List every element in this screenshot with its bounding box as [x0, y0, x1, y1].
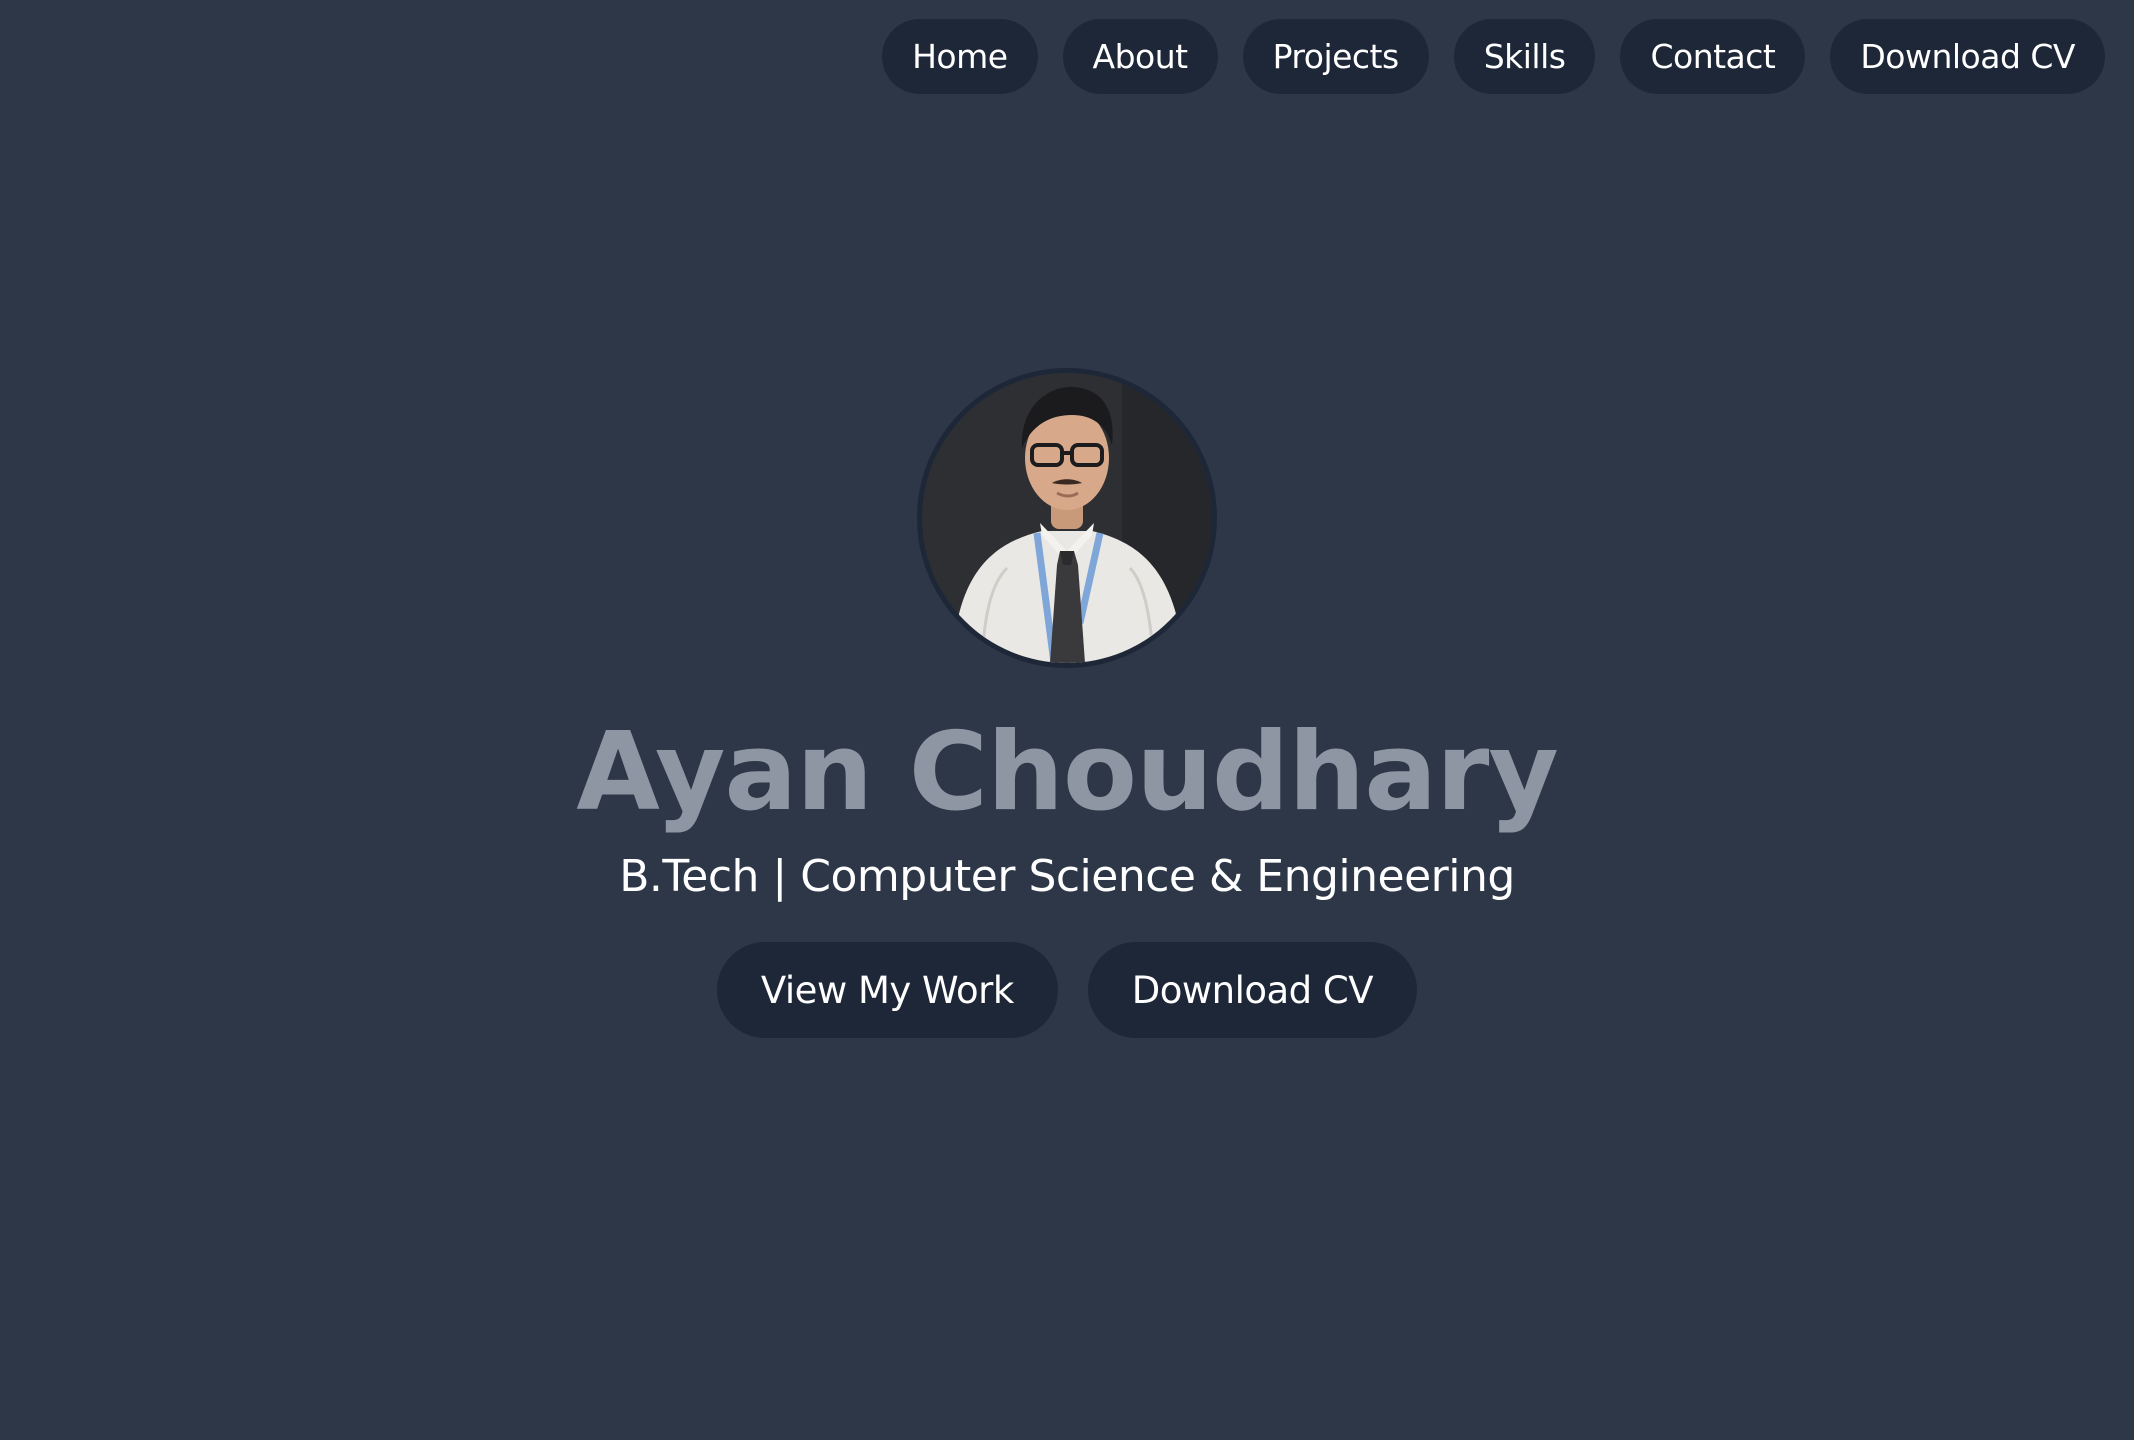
nav-skills-link[interactable]: Skills: [1453, 19, 1596, 94]
nav-about-link[interactable]: About: [1062, 19, 1218, 94]
download-cv-button[interactable]: Download CV: [1087, 942, 1418, 1039]
profile-photo-illustration: [922, 373, 1212, 663]
nav-download-cv-button[interactable]: Download CV: [1830, 19, 2105, 94]
hero-name: Ayan Choudhary: [576, 710, 1558, 835]
hero-cta-row: View My Work Download CV: [716, 942, 1418, 1039]
hero-section: Ayan Choudhary B.Tech | Computer Science…: [0, 368, 2134, 1039]
nav-home-link[interactable]: Home: [882, 19, 1038, 94]
view-my-work-button[interactable]: View My Work: [716, 942, 1058, 1039]
top-nav: Home About Projects Skills Contact Downl…: [882, 19, 2105, 94]
hero-subtitle: B.Tech | Computer Science & Engineering: [619, 851, 1515, 903]
nav-contact-link[interactable]: Contact: [1620, 19, 1806, 94]
profile-avatar: [917, 368, 1217, 668]
nav-projects-link[interactable]: Projects: [1242, 19, 1429, 94]
